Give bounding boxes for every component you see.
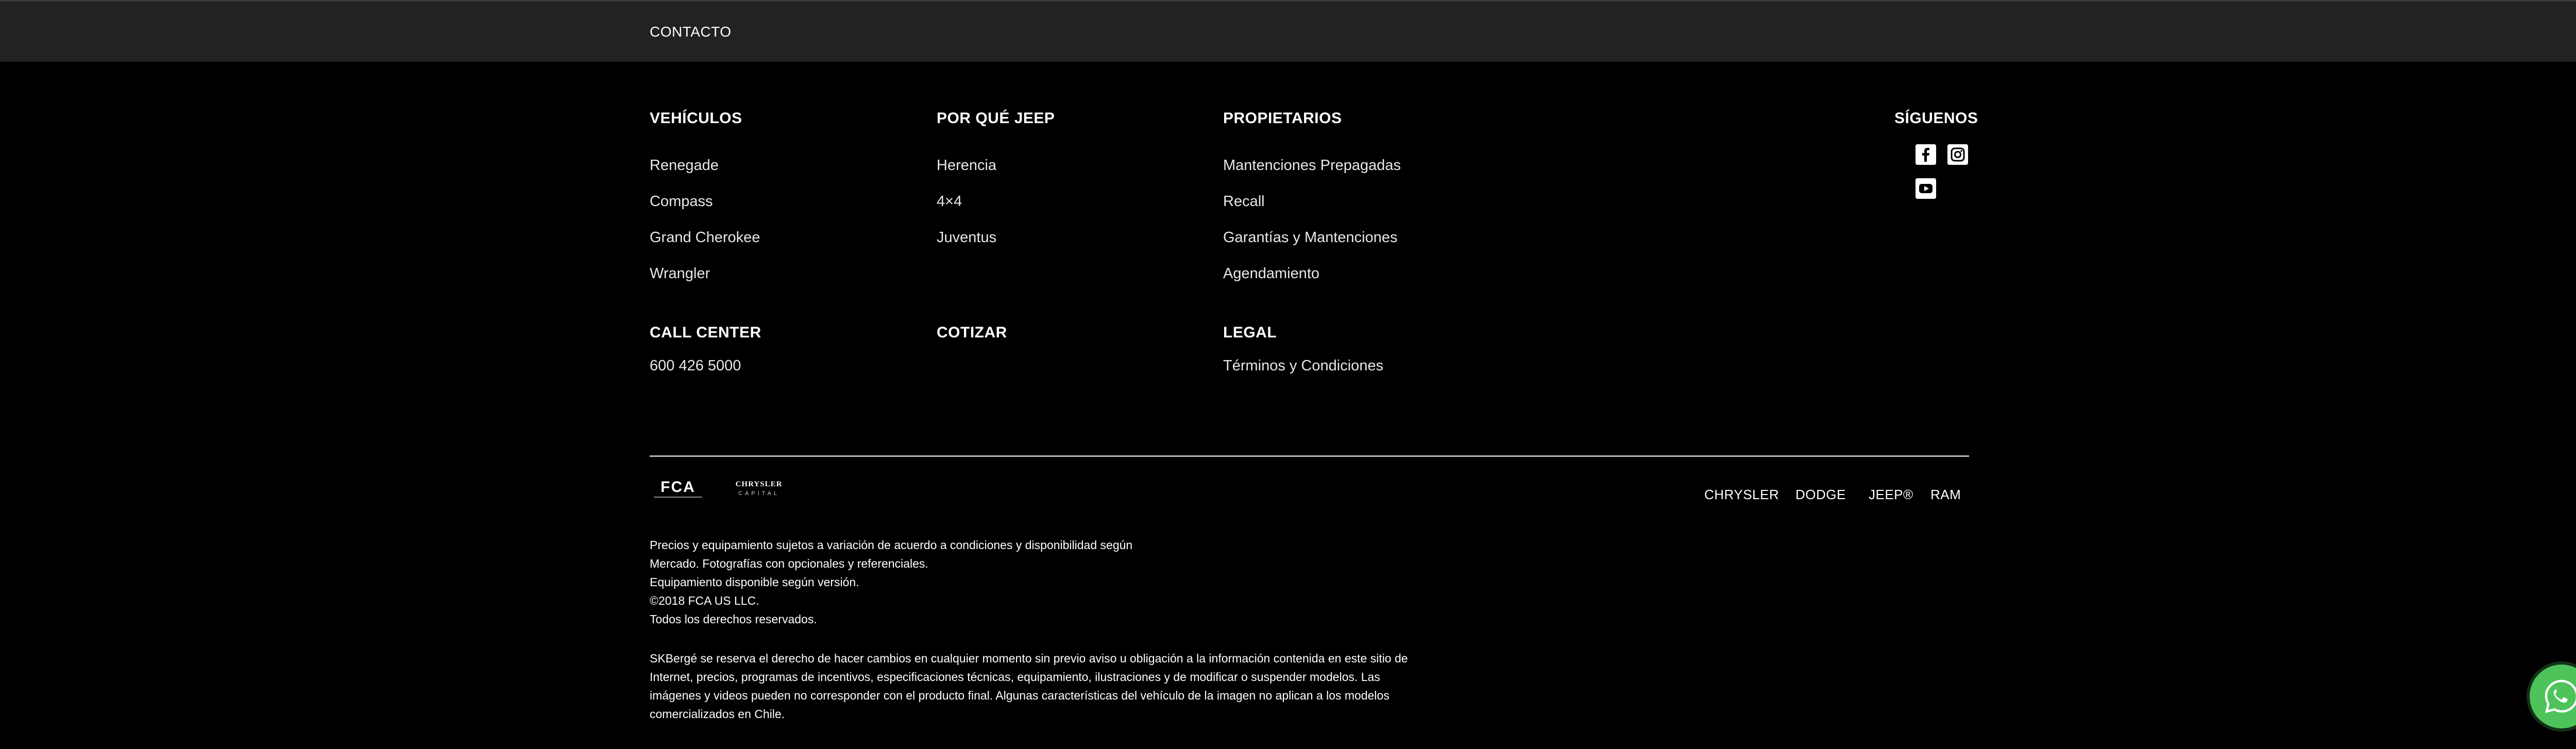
notice-line: imágenes y videos pueden no corresponder… [650,689,1389,702]
call-center-heading: CALL CENTER [650,324,761,341]
brand-link-ram[interactable]: RAM [1930,487,1961,503]
facebook-icon[interactable] [1916,144,1936,165]
whatsapp-button[interactable] [2530,665,2576,728]
link-agendamiento[interactable]: Agendamiento [1223,265,1319,282]
link-recall[interactable]: Recall [1223,193,1265,210]
why-jeep-heading: POR QUÉ JEEP [937,110,1055,127]
brand-link-dodge[interactable]: DODGE [1795,487,1846,503]
brand-link-jeep[interactable]: JEEP® [1869,487,1913,503]
disclaimer-line: Precios y equipamiento sujetos a variaci… [650,538,1133,552]
facebook-glyph [1916,144,1936,165]
list-item: Agendamiento [1223,264,1401,300]
instagram-glyph [1947,144,1968,165]
link-herencia[interactable]: Herencia [937,157,996,174]
cotizar-section: COTIZAR [937,324,1007,342]
list-item: Grand Cherokee [650,228,760,264]
link-garantias[interactable]: Garantías y Mantenciones [1223,229,1398,246]
notice-line: SKBergé se reserva el derecho de hacer c… [650,652,1408,665]
vehicles-links: Renegade Compass Grand Cherokee Wrangler [650,156,760,300]
vehicles-column: VEHÍCULOS Renegade Compass Grand Cheroke… [650,109,760,300]
disclaimer-line: ©2018 FCA US LLC. [650,594,759,607]
top-bar: CONTACTO [0,0,2576,62]
why-jeep-links: Herencia 4×4 Juventus [937,156,1055,264]
instagram-icon[interactable] [1947,144,1968,165]
brand-link-chrysler[interactable]: CHRYSLER [1704,487,1779,503]
list-item: Mantenciones Prepagadas [1223,156,1401,192]
legal-links: Términos y Condiciones [1223,356,1383,393]
youtube-glyph [1916,178,1936,199]
youtube-icon[interactable] [1916,178,1936,199]
legal-heading: LEGAL [1223,324,1277,341]
call-center-section: CALL CENTER 600 426 5000 [650,324,761,393]
disclaimer-line: Todos los derechos reservados. [650,612,817,626]
chrysler-capital-logo-graphic: CHRYSLER CAPITAL [736,480,783,497]
fca-logo-graphic: FCA [654,479,702,498]
link-juventus[interactable]: Juventus [937,229,996,246]
link-wrangler[interactable]: Wrangler [650,265,710,282]
disclaimer-line: Equipamiento disponible según versión. [650,575,859,589]
svg-text:FCA: FCA [660,479,696,496]
why-jeep-column: POR QUÉ JEEP Herencia 4×4 Juventus [937,109,1055,264]
social-heading: SÍGUENOS [1894,110,1978,127]
terms-link[interactable]: Términos y Condiciones [1223,358,1383,374]
list-item: Garantías y Mantenciones [1223,228,1401,264]
list-item: Términos y Condiciones [1223,356,1383,393]
cotizar-link[interactable]: COTIZAR [937,324,1007,342]
list-item: Wrangler [650,264,760,300]
svg-text:CAPITAL: CAPITAL [738,490,779,497]
owners-heading: PROPIETARIOS [1223,110,1342,127]
whatsapp-icon [2545,679,2576,713]
link-renegade[interactable]: Renegade [650,157,719,174]
link-grand-cherokee[interactable]: Grand Cherokee [650,229,760,246]
contact-link[interactable]: CONTACTO [650,24,732,40]
link-compass[interactable]: Compass [650,193,713,210]
call-center-links: 600 426 5000 [650,356,761,393]
list-item: Recall [1223,192,1401,228]
footer-divider [650,455,1969,457]
notice-line: comercializados en Chile. [650,707,785,721]
svg-text:CHRYSLER: CHRYSLER [736,480,783,488]
disclaimer-line: Mercado. Fotografías con opcionales y re… [650,557,928,570]
list-item: 4×4 [937,192,1055,228]
fca-logo: FCA [650,476,706,502]
chrysler-capital-logo: CHRYSLER CAPITAL [723,478,795,499]
skberge-notice: SKBergé se reserva el derecho de hacer c… [650,649,1408,723]
link-mantenciones-prepagadas[interactable]: Mantenciones Prepagadas [1223,157,1401,174]
list-item: Herencia [937,156,1055,192]
notice-line: Internet, precios, programas de incentiv… [650,670,1380,684]
link-4x4[interactable]: 4×4 [937,193,962,210]
owners-column: PROPIETARIOS Mantenciones Prepagadas Rec… [1223,109,1401,300]
legal-section: LEGAL Términos y Condiciones [1223,324,1383,393]
pricing-disclaimer: Precios y equipamiento sujetos a variaci… [650,536,1132,628]
social-section: SÍGUENOS [1894,109,1978,128]
list-item: Juventus [937,228,1055,264]
phone-link[interactable]: 600 426 5000 [650,358,741,374]
list-item: 600 426 5000 [650,356,761,393]
owners-links: Mantenciones Prepagadas Recall Garantías… [1223,156,1401,300]
list-item: Renegade [650,156,760,192]
vehicles-heading: VEHÍCULOS [650,110,742,127]
list-item: Compass [650,192,760,228]
